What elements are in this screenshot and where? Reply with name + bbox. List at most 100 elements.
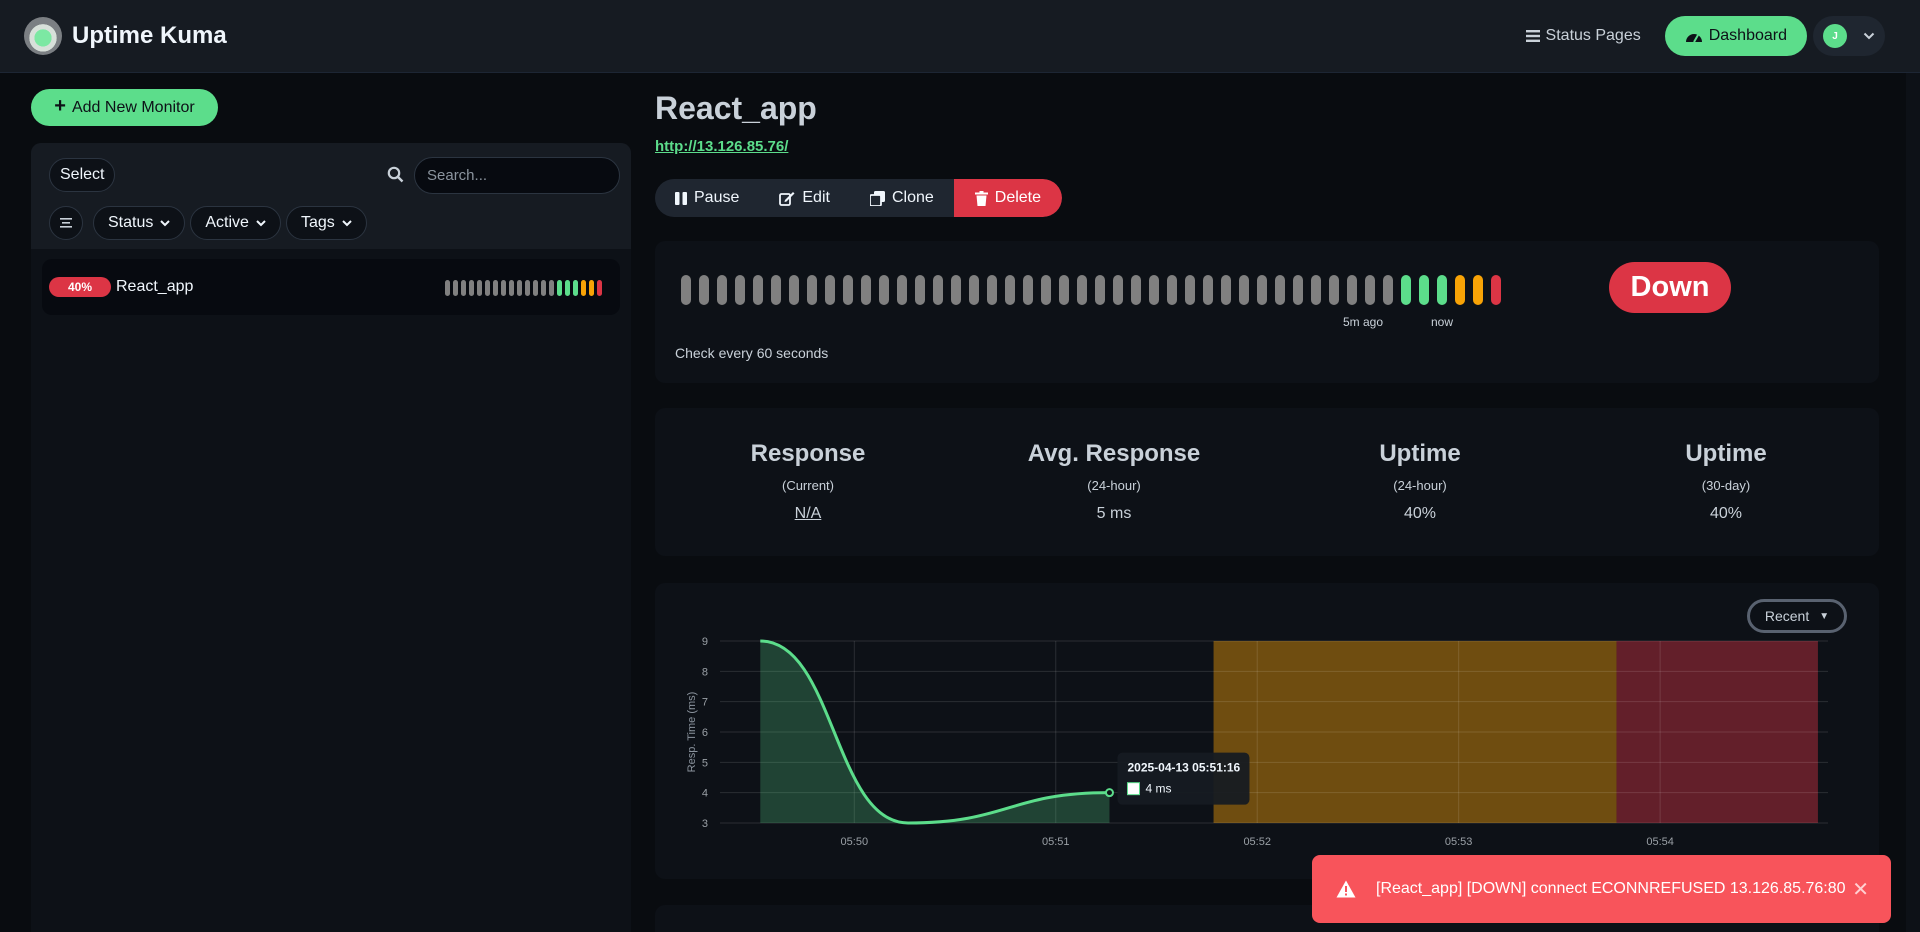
heartbeat-empty[interactable] [1113, 275, 1123, 305]
heartbeat-empty[interactable] [1293, 275, 1303, 305]
heartbeat-empty[interactable] [699, 275, 709, 305]
active-filter[interactable]: Active [190, 206, 281, 240]
heartbeat-empty[interactable] [533, 280, 538, 296]
heartbeat-pending[interactable] [1473, 275, 1483, 305]
pause-button[interactable]: Pause [655, 179, 759, 217]
tooltip-title: 2025-04-13 05:51:16 [1127, 761, 1240, 775]
heartbeat-empty[interactable] [1275, 275, 1285, 305]
heartbeat-empty[interactable] [933, 275, 943, 305]
heartbeat-empty[interactable] [1005, 275, 1015, 305]
heartbeat-empty[interactable] [501, 280, 506, 296]
heartbeat-empty[interactable] [541, 280, 546, 296]
heartbeat-empty[interactable] [681, 275, 691, 305]
heartbeat-empty[interactable] [485, 280, 490, 296]
heartbeat-empty[interactable] [1365, 275, 1375, 305]
heartbeat-empty[interactable] [469, 280, 474, 296]
heartbeat-empty[interactable] [753, 275, 763, 305]
heartbeat-empty[interactable] [987, 275, 997, 305]
heartbeat-up[interactable] [1419, 275, 1429, 305]
stat-title: Avg. Response [1027, 440, 1201, 467]
heartbeat-empty[interactable] [1041, 275, 1051, 305]
heartbeat-empty[interactable] [915, 275, 925, 305]
filter-menu-button[interactable] [49, 206, 83, 240]
heartbeat-empty[interactable] [735, 275, 745, 305]
stat-value[interactable]: N/A [655, 505, 961, 523]
heartbeat-up[interactable] [1437, 275, 1447, 305]
status-filter[interactable]: Status [93, 206, 186, 240]
chevron-down-icon [342, 219, 352, 226]
heartbeat-empty[interactable] [861, 275, 871, 305]
list-toolbar: Select Status Active Tags [31, 143, 631, 249]
heartbeat-empty[interactable] [825, 275, 835, 305]
heartbeat-empty[interactable] [1257, 275, 1267, 305]
page-scrollbar[interactable] [1906, 73, 1920, 932]
heartbeat-empty[interactable] [951, 275, 961, 305]
tags-filter[interactable]: Tags [285, 206, 367, 240]
heartbeat-empty[interactable] [453, 280, 458, 296]
monitor-list-name: React_app [116, 278, 194, 295]
heartbeat-empty[interactable] [549, 280, 554, 296]
heartbeat-empty[interactable] [1185, 275, 1195, 305]
heartbeat-up[interactable] [565, 280, 570, 296]
edit-label: Edit [802, 189, 830, 206]
heartbeat-empty[interactable] [1149, 275, 1159, 305]
heartbeat-up[interactable] [1401, 275, 1411, 305]
monitor-url-link[interactable]: http://13.126.85.76/ [655, 138, 788, 155]
monitor-title: React_app [655, 90, 817, 126]
heartbeat-empty[interactable] [717, 275, 727, 305]
heartbeat-empty[interactable] [1167, 275, 1177, 305]
heartbeat-empty[interactable] [461, 280, 466, 296]
delete-button[interactable]: Delete [953, 179, 1063, 217]
heartbeat-down[interactable] [597, 280, 602, 296]
profile-dropdown[interactable]: J [1813, 16, 1885, 56]
heartbeat-empty[interactable] [1329, 275, 1339, 305]
heartbeat-empty[interactable] [1347, 275, 1357, 305]
heartbeat-empty[interactable] [1131, 275, 1141, 305]
heartbeat-empty[interactable] [843, 275, 853, 305]
status-pages-link[interactable]: Status Pages [1525, 27, 1641, 45]
heartbeat-empty[interactable] [477, 280, 482, 296]
heartbeat-pending[interactable] [1455, 275, 1465, 305]
select-button[interactable]: Select [49, 158, 116, 192]
status-badge: Down [1609, 262, 1731, 313]
heartbeat-empty[interactable] [1239, 275, 1249, 305]
heartbeat-up[interactable] [557, 280, 562, 296]
heartbeat-empty[interactable] [509, 280, 514, 296]
data-point[interactable] [1104, 788, 1114, 798]
clone-button[interactable]: Clone [850, 179, 954, 217]
monitor-list-item[interactable]: 40% React_app [42, 259, 620, 315]
close-icon[interactable]: ✕ [1852, 877, 1869, 902]
heartbeat-empty[interactable] [1221, 275, 1231, 305]
heartbeat-empty[interactable] [1203, 275, 1213, 305]
logo[interactable]: Uptime Kuma [24, 17, 227, 55]
heartbeat-down[interactable] [1491, 275, 1501, 305]
heartbeat-empty[interactable] [1311, 275, 1321, 305]
heartbeat-empty[interactable] [1095, 275, 1105, 305]
heartbeat-empty[interactable] [897, 275, 907, 305]
heartbeat-empty[interactable] [879, 275, 889, 305]
heartbeat-pending[interactable] [581, 280, 586, 296]
search-input[interactable] [414, 157, 620, 194]
active-filter-label: Active [205, 214, 249, 231]
x-tick-label: 05:53 [1445, 836, 1473, 848]
mini-heartbeat-bar [442, 280, 602, 296]
heartbeat-up[interactable] [573, 280, 578, 296]
heartbeat-pending[interactable] [589, 280, 594, 296]
heartbeat-empty[interactable] [517, 280, 522, 296]
heartbeat-empty[interactable] [807, 275, 817, 305]
heartbeat-empty[interactable] [771, 275, 781, 305]
heartbeat-empty[interactable] [445, 280, 450, 296]
heartbeat-empty[interactable] [969, 275, 979, 305]
heartbeat-empty[interactable] [1059, 275, 1069, 305]
error-toast[interactable]: [React_app] [DOWN] connect ECONNREFUSED … [1312, 855, 1891, 923]
stat-title: Response [750, 440, 866, 467]
heartbeat-empty[interactable] [1023, 275, 1033, 305]
heartbeat-empty[interactable] [1383, 275, 1393, 305]
dashboard-button[interactable]: Dashboard [1664, 16, 1807, 56]
edit-button[interactable]: Edit [759, 179, 850, 217]
heartbeat-empty[interactable] [1077, 275, 1087, 305]
heartbeat-empty[interactable] [493, 280, 498, 296]
heartbeat-empty[interactable] [789, 275, 799, 305]
heartbeat-empty[interactable] [525, 280, 530, 296]
add-monitor-button[interactable]: + Add New Monitor [31, 89, 218, 126]
